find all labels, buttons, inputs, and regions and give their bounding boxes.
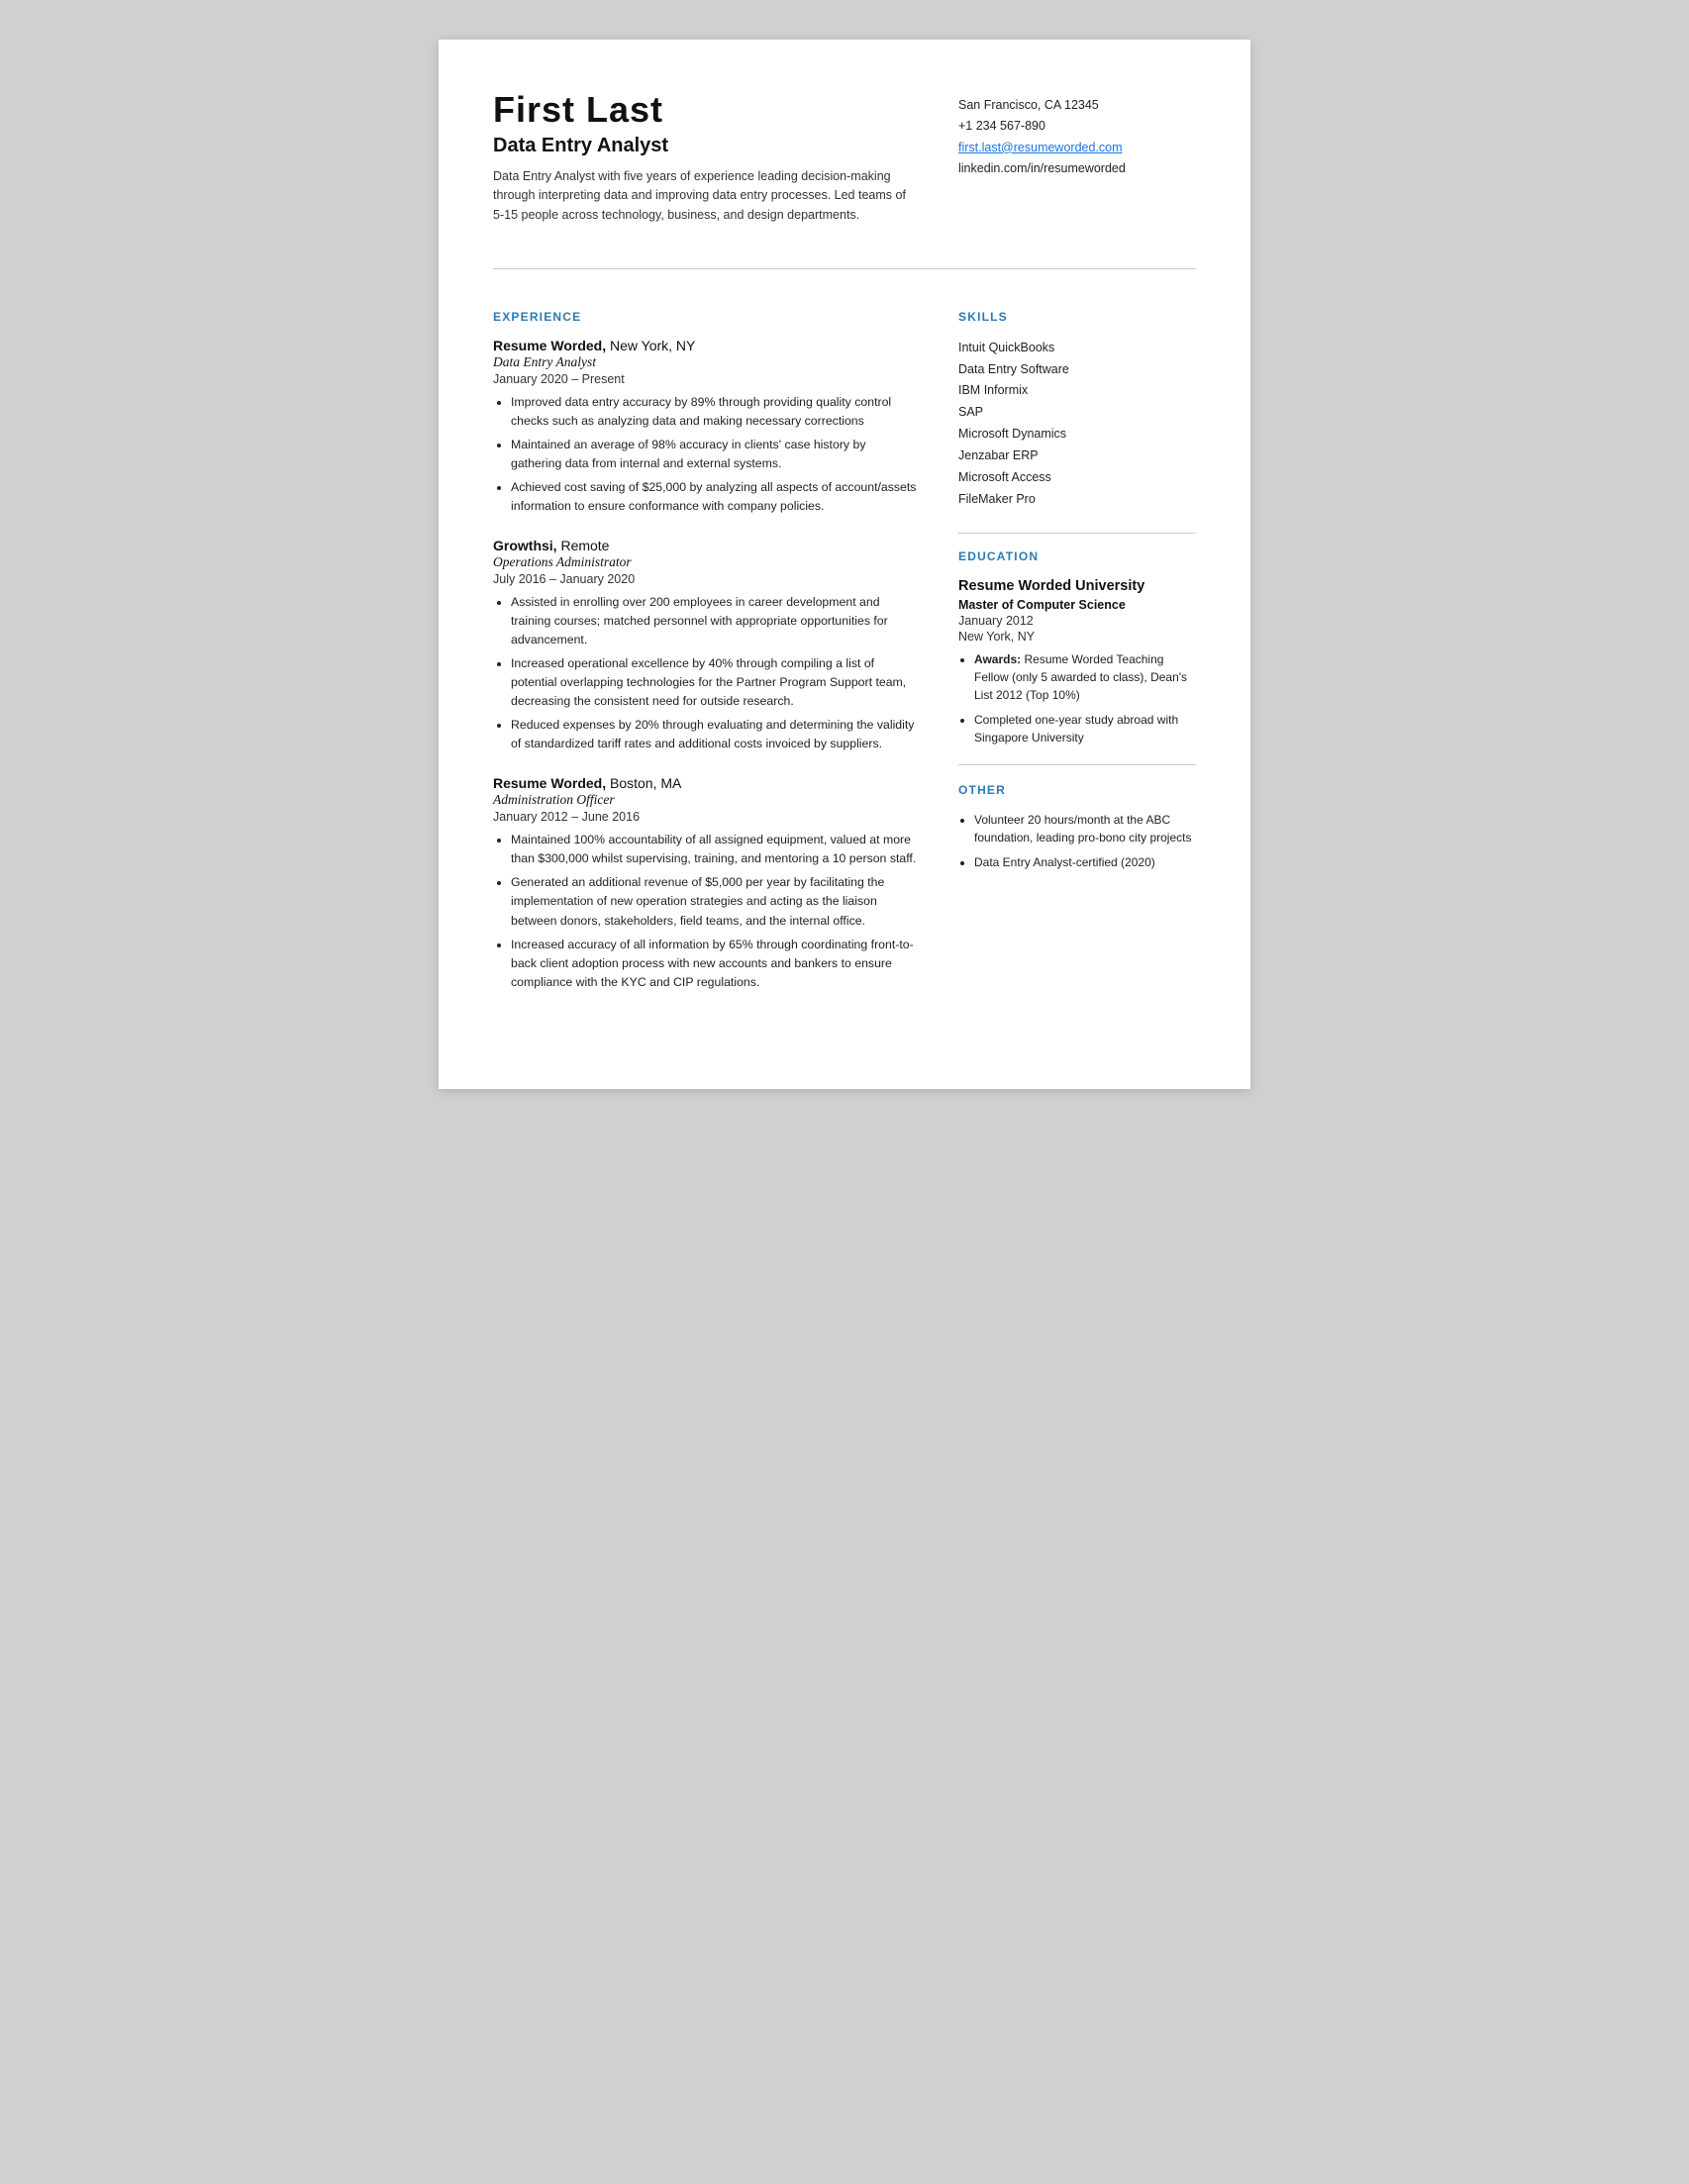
contact-phone: +1 234 567-890	[958, 116, 1196, 137]
other-bullet-1: Data Entry Analyst-certified (2020)	[974, 853, 1196, 871]
experience-block-2: Growthsi, Remote Operations Administrato…	[493, 538, 919, 753]
education-divider	[958, 764, 1196, 765]
candidate-summary: Data Entry Analyst with five years of ex…	[493, 167, 919, 225]
skill-6: Microsoft Access	[958, 467, 1196, 489]
bullet-1-0: Improved data entry accuracy by 89% thro…	[511, 393, 919, 431]
employer-1: Resume Worded, New York, NY	[493, 338, 919, 353]
bullet-2-2: Reduced expenses by 20% through evaluati…	[511, 716, 919, 753]
header-section: First Last Data Entry Analyst Data Entry…	[493, 89, 1196, 241]
university-name: Resume Worded University	[958, 577, 1196, 596]
other-section: OTHER Volunteer 20 hours/month at the AB…	[958, 783, 1196, 871]
role-1: Data Entry Analyst	[493, 354, 919, 370]
education-block: Resume Worded University Master of Compu…	[958, 577, 1196, 746]
skill-2: IBM Informix	[958, 380, 1196, 402]
resume-document: First Last Data Entry Analyst Data Entry…	[439, 40, 1250, 1089]
skill-5: Jenzabar ERP	[958, 446, 1196, 467]
dates-2: July 2016 – January 2020	[493, 572, 919, 586]
candidate-name: First Last	[493, 89, 919, 131]
employer-name-2: Growthsi,	[493, 538, 557, 553]
employer-location-1: New York, NY	[606, 338, 695, 353]
employer-3: Resume Worded, Boston, MA	[493, 775, 919, 791]
header-right: San Francisco, CA 12345 +1 234 567-890 f…	[958, 89, 1196, 241]
email-link[interactable]: first.last@resumeworded.com	[958, 141, 1123, 154]
edu-date: January 2012	[958, 614, 1196, 628]
bullet-3-0: Maintained 100% accountability of all as…	[511, 831, 919, 868]
dates-3: January 2012 – June 2016	[493, 810, 919, 824]
contact-email[interactable]: first.last@resumeworded.com	[958, 138, 1196, 158]
bullet-1-1: Maintained an average of 98% accuracy in…	[511, 436, 919, 473]
employer-location-3: Boston, MA	[606, 775, 681, 791]
bullet-3-2: Increased accuracy of all information by…	[511, 936, 919, 992]
other-heading: OTHER	[958, 783, 1196, 797]
awards-label: Awards:	[974, 652, 1021, 666]
experience-block-1: Resume Worded, New York, NY Data Entry A…	[493, 338, 919, 516]
skill-3: SAP	[958, 402, 1196, 424]
edu-bullet-0: Awards: Resume Worded Teaching Fellow (o…	[974, 650, 1196, 704]
right-column: SKILLS Intuit QuickBooks Data Entry Soft…	[958, 308, 1196, 1030]
employer-name-1: Resume Worded,	[493, 338, 606, 353]
skill-0: Intuit QuickBooks	[958, 338, 1196, 359]
skill-1: Data Entry Software	[958, 359, 1196, 381]
edu-bullets: Awards: Resume Worded Teaching Fellow (o…	[958, 650, 1196, 746]
bullet-3-1: Generated an additional revenue of $5,00…	[511, 873, 919, 930]
header-divider	[493, 268, 1196, 285]
employer-location-2: Remote	[557, 538, 610, 553]
employer-2: Growthsi, Remote	[493, 538, 919, 553]
bullet-2-0: Assisted in enrolling over 200 employees…	[511, 593, 919, 649]
employer-name-3: Resume Worded,	[493, 775, 606, 791]
left-column: EXPERIENCE Resume Worded, New York, NY D…	[493, 308, 919, 1030]
experience-heading: EXPERIENCE	[493, 310, 919, 324]
bullet-2-1: Increased operational excellence by 40% …	[511, 654, 919, 711]
skills-heading: SKILLS	[958, 310, 1196, 324]
dates-1: January 2020 – Present	[493, 372, 919, 386]
role-3: Administration Officer	[493, 792, 919, 808]
header-left: First Last Data Entry Analyst Data Entry…	[493, 89, 919, 241]
other-bullet-0: Volunteer 20 hours/month at the ABC foun…	[974, 811, 1196, 846]
skill-4: Microsoft Dynamics	[958, 424, 1196, 446]
experience-block-3: Resume Worded, Boston, MA Administration…	[493, 775, 919, 991]
bullets-2: Assisted in enrolling over 200 employees…	[493, 593, 919, 753]
edu-location: New York, NY	[958, 630, 1196, 644]
skills-list: Intuit QuickBooks Data Entry Software IB…	[958, 338, 1196, 511]
contact-linkedin: linkedin.com/in/resumeworded	[958, 158, 1196, 179]
bullet-1-2: Achieved cost saving of $25,000 by analy…	[511, 478, 919, 516]
edu-degree: Master of Computer Science	[958, 598, 1196, 612]
role-2: Operations Administrator	[493, 554, 919, 570]
edu-bullet-1: Completed one-year study abroad with Sin…	[974, 711, 1196, 746]
bullets-1: Improved data entry accuracy by 89% thro…	[493, 393, 919, 516]
candidate-title: Data Entry Analyst	[493, 135, 919, 157]
bullets-3: Maintained 100% accountability of all as…	[493, 831, 919, 991]
other-bullets: Volunteer 20 hours/month at the ABC foun…	[958, 811, 1196, 871]
education-heading: EDUCATION	[958, 549, 1196, 563]
skills-divider	[958, 533, 1196, 534]
skill-7: FileMaker Pro	[958, 489, 1196, 511]
contact-address: San Francisco, CA 12345	[958, 95, 1196, 116]
